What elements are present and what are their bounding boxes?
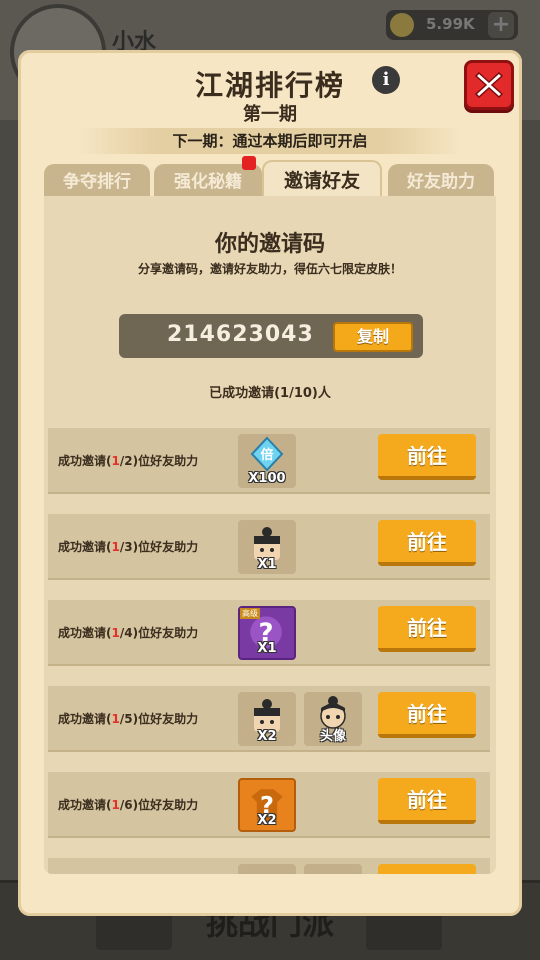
panel-title: 江湖排行榜 xyxy=(194,69,345,102)
info-icon[interactable]: i xyxy=(372,66,400,94)
reward-row: 成功邀请(1/6)位好友助力 ? X2 前往 xyxy=(48,772,490,838)
coin-counter: 5.99K + xyxy=(386,10,518,40)
close-button[interactable] xyxy=(464,60,514,110)
reward-item[interactable]: X1 xyxy=(238,520,296,574)
invite-code-value: 214623043 xyxy=(167,322,314,347)
reward-item[interactable]: X2 xyxy=(238,692,296,746)
invite-content: 你的邀请码 分享邀请码，邀请好友助力，得伍六七限定皮肤！ 214623043 复… xyxy=(44,196,496,874)
copy-button[interactable]: 复制 xyxy=(333,322,413,352)
invite-code-box: 214623043 复制 xyxy=(119,314,423,358)
tab-ranking[interactable]: 争夺排行 xyxy=(44,164,150,198)
reward-row: 成功邀请(1/2)位好友助力 倍 X100 前往 xyxy=(48,428,490,494)
ranking-panel: 江湖排行榜 第一期 i 下一期：通过本期后即可开启 争夺排行 强化秘籍 邀请好友… xyxy=(18,50,522,916)
reward-condition: 成功邀请(1/5)位好友助力 xyxy=(58,712,199,726)
item-count: 头像 xyxy=(319,729,346,744)
reward-item[interactable]: 倍 X100 xyxy=(238,434,296,488)
rarity-tag: 高级 xyxy=(240,608,260,619)
notification-badge xyxy=(242,156,256,170)
period-label: 第一期 xyxy=(243,104,297,125)
reward-item[interactable] xyxy=(304,864,362,874)
reward-row xyxy=(48,858,490,874)
reward-condition: 成功邀请(1/2)位好友助力 xyxy=(58,454,199,468)
reward-item[interactable]: 头像 xyxy=(304,692,362,746)
item-count: X2 xyxy=(257,813,277,828)
go-button[interactable]: 前往 xyxy=(378,520,476,566)
reward-row: 成功邀请(1/4)位好友助力 ? 高级 X1 前往 xyxy=(48,600,490,666)
go-button[interactable]: 前往 xyxy=(378,692,476,738)
add-coins-button: + xyxy=(488,12,514,38)
reward-condition: 成功邀请(1/6)位好友助力 xyxy=(58,798,199,812)
go-button[interactable]: 前往 xyxy=(378,606,476,652)
reward-row: 成功邀请(1/5)位好友助力 X2 头像 前往 xyxy=(48,686,490,752)
item-count: X1 xyxy=(257,641,277,656)
go-button[interactable] xyxy=(378,864,476,874)
reward-condition: 成功邀请(1/3)位好友助力 xyxy=(58,540,199,554)
reward-item[interactable] xyxy=(238,864,296,874)
invite-code-title: 你的邀请码 xyxy=(214,232,325,257)
close-icon xyxy=(474,71,504,99)
reward-item[interactable]: ? 高级 X1 xyxy=(238,606,296,660)
item-count: X1 xyxy=(257,557,277,572)
reward-row: 成功邀请(1/3)位好友助力 X1 前往 xyxy=(48,514,490,580)
tab-invite-friends[interactable]: 邀请好友 xyxy=(262,160,382,198)
go-button[interactable]: 前往 xyxy=(378,778,476,824)
reward-item[interactable]: ? X2 xyxy=(238,778,296,832)
item-count: X100 xyxy=(248,471,286,486)
reward-condition: 成功邀请(1/4)位好友助力 xyxy=(58,626,199,640)
invited-status: 已成功邀请(1/10)人 xyxy=(209,386,331,401)
next-period-notice: 下一期：通过本期后即可开启 xyxy=(78,128,462,154)
go-button[interactable]: 前往 xyxy=(378,434,476,480)
coin-icon xyxy=(390,13,414,37)
coin-value: 5.99K xyxy=(426,15,475,33)
tab-bar: 争夺排行 强化秘籍 邀请好友 好友助力 xyxy=(44,160,500,198)
tab-friend-assist[interactable]: 好友助力 xyxy=(388,164,494,198)
svg-text:倍: 倍 xyxy=(260,447,273,463)
invite-description: 分享邀请码，邀请好友助力，得伍六七限定皮肤！ xyxy=(137,262,402,276)
item-count: X2 xyxy=(257,729,277,744)
